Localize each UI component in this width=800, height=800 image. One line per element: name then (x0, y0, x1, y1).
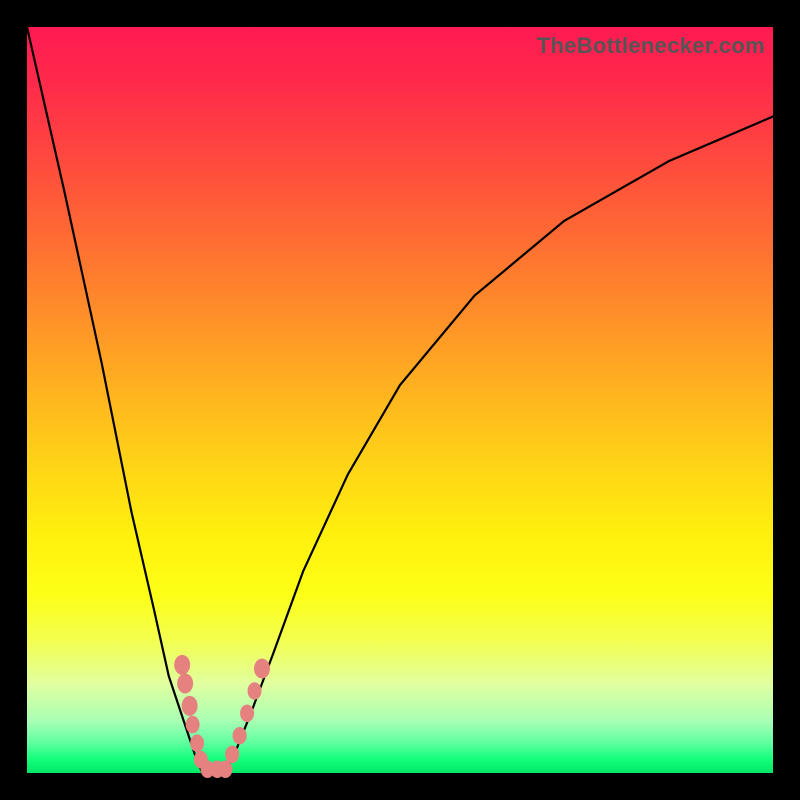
curve-right-branch (225, 117, 773, 773)
bead-marker (190, 734, 204, 752)
curve-svg (27, 27, 773, 773)
marker-beads (174, 655, 270, 778)
bead-marker (174, 655, 190, 675)
bead-marker (186, 716, 200, 734)
bead-marker (218, 761, 232, 779)
bead-marker (240, 705, 254, 723)
chart-frame: TheBottlenecker.com (0, 0, 800, 800)
bead-marker (233, 727, 247, 745)
plot-area: TheBottlenecker.com (27, 27, 773, 773)
bead-marker (177, 673, 193, 693)
bead-marker (254, 659, 270, 679)
bead-marker (225, 746, 239, 764)
bead-marker (182, 696, 198, 716)
bead-marker (248, 682, 262, 700)
